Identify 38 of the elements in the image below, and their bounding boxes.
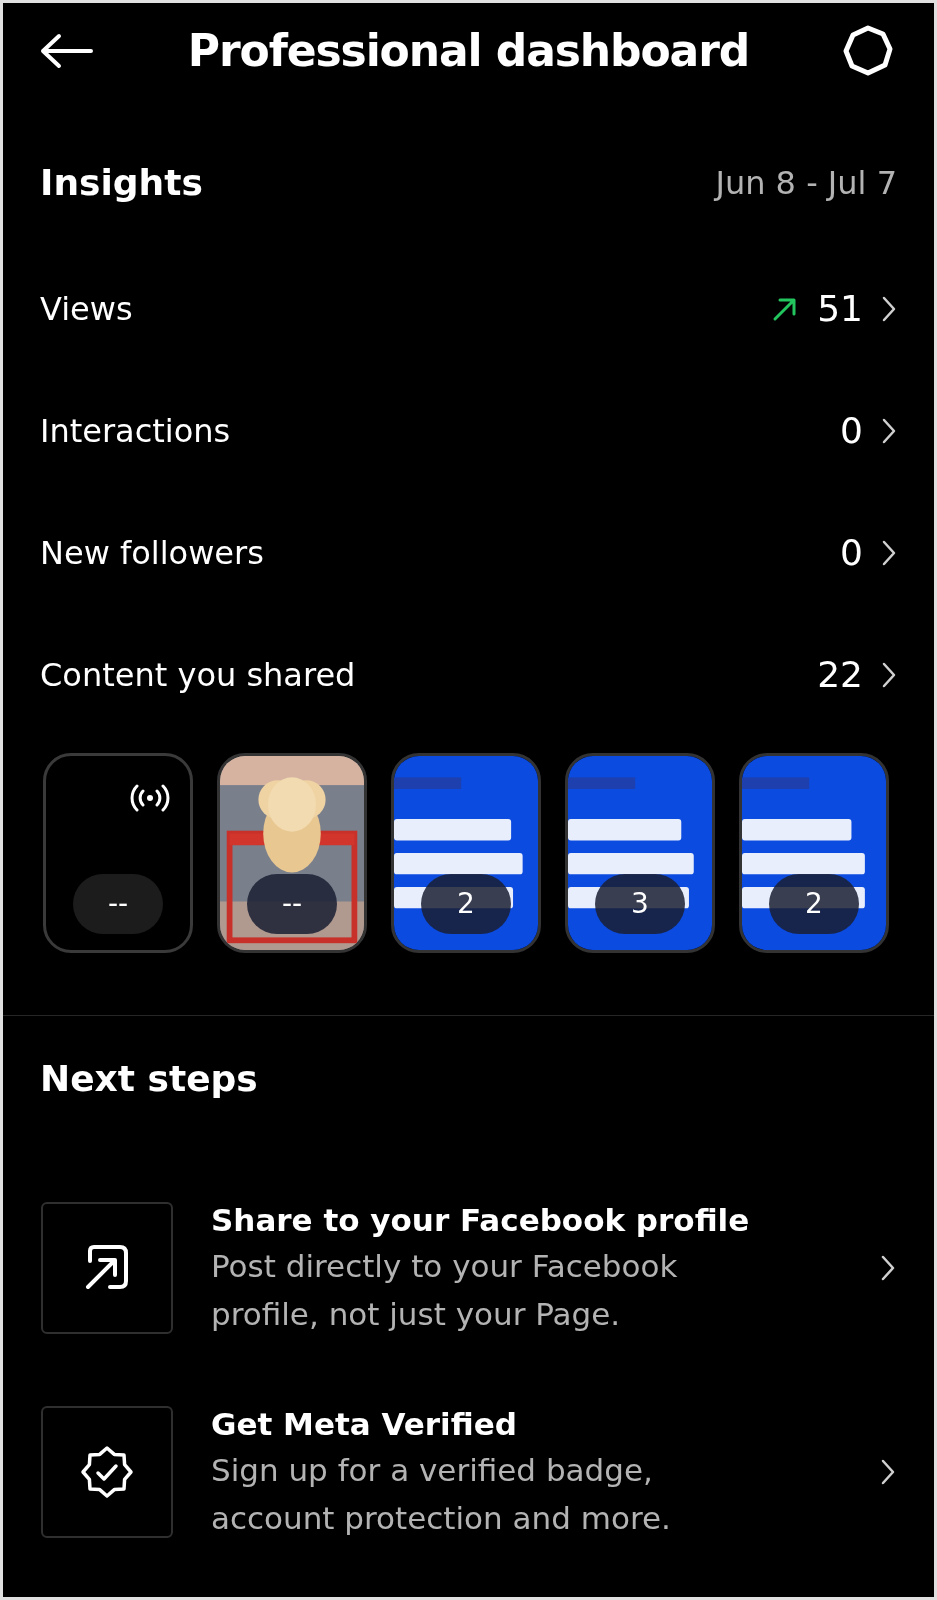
step-description: Post directly to your Facebook profile, not just your Page. bbox=[211, 1247, 679, 1334]
metric-row[interactable]: Views 51 bbox=[3, 248, 934, 370]
section-title: Insights bbox=[40, 161, 203, 205]
metric-label: Views bbox=[40, 289, 133, 330]
metric-label: Content you shared bbox=[40, 655, 356, 696]
chevron-icon bbox=[881, 417, 897, 445]
back-arrow-icon bbox=[39, 32, 93, 69]
step-title: Share to your Facebook profile bbox=[211, 1201, 751, 1240]
chevron-icon bbox=[881, 295, 897, 323]
metric-row[interactable]: Content you shared 22 bbox=[3, 614, 934, 736]
metric-label: New followers bbox=[40, 533, 264, 574]
next-step-item[interactable]: Get Meta Verified Sign up for a verified badge, account protection and more. bbox=[3, 1370, 934, 1574]
page-title: Professional dashboard bbox=[187, 23, 750, 78]
metric-value: 51 bbox=[817, 287, 863, 331]
step-description: Sign up for a verified badge, account protection and more. bbox=[211, 1451, 672, 1538]
metric-value: 0 bbox=[840, 531, 863, 575]
settings-icon bbox=[842, 24, 894, 77]
metric-row[interactable]: New followers 0 bbox=[3, 492, 934, 614]
chevron-icon bbox=[880, 1458, 896, 1486]
broadcast-icon bbox=[130, 784, 170, 812]
content-thumbnail[interactable]: 2 bbox=[391, 753, 541, 953]
step-title: Get Meta Verified bbox=[211, 1405, 518, 1444]
date-range: Jun 8 - Jul 7 bbox=[715, 163, 897, 204]
chevron-icon bbox=[881, 539, 897, 567]
metric-value: 22 bbox=[817, 653, 863, 697]
next-step-item[interactable]: Share to your Facebook profile Post directly to your Facebook profile, not just your Page. bbox=[3, 1166, 934, 1370]
content-thumbnail[interactable]: 3 bbox=[565, 753, 715, 953]
content-thumbnail[interactable]: -- bbox=[43, 753, 193, 953]
content-thumbnail[interactable]: -- bbox=[217, 753, 367, 953]
metric-label: Interactions bbox=[40, 411, 231, 452]
count-badge: -- bbox=[73, 874, 163, 934]
section-title: Next steps bbox=[40, 1058, 258, 1099]
metric-row[interactable]: Interactions 0 bbox=[3, 370, 934, 492]
chevron-icon bbox=[880, 1254, 896, 1282]
content-thumbnail[interactable]: 2 bbox=[739, 753, 889, 953]
verified-badge-icon bbox=[80, 1445, 134, 1499]
chevron-icon bbox=[881, 661, 897, 689]
metric-value: 0 bbox=[840, 409, 863, 453]
